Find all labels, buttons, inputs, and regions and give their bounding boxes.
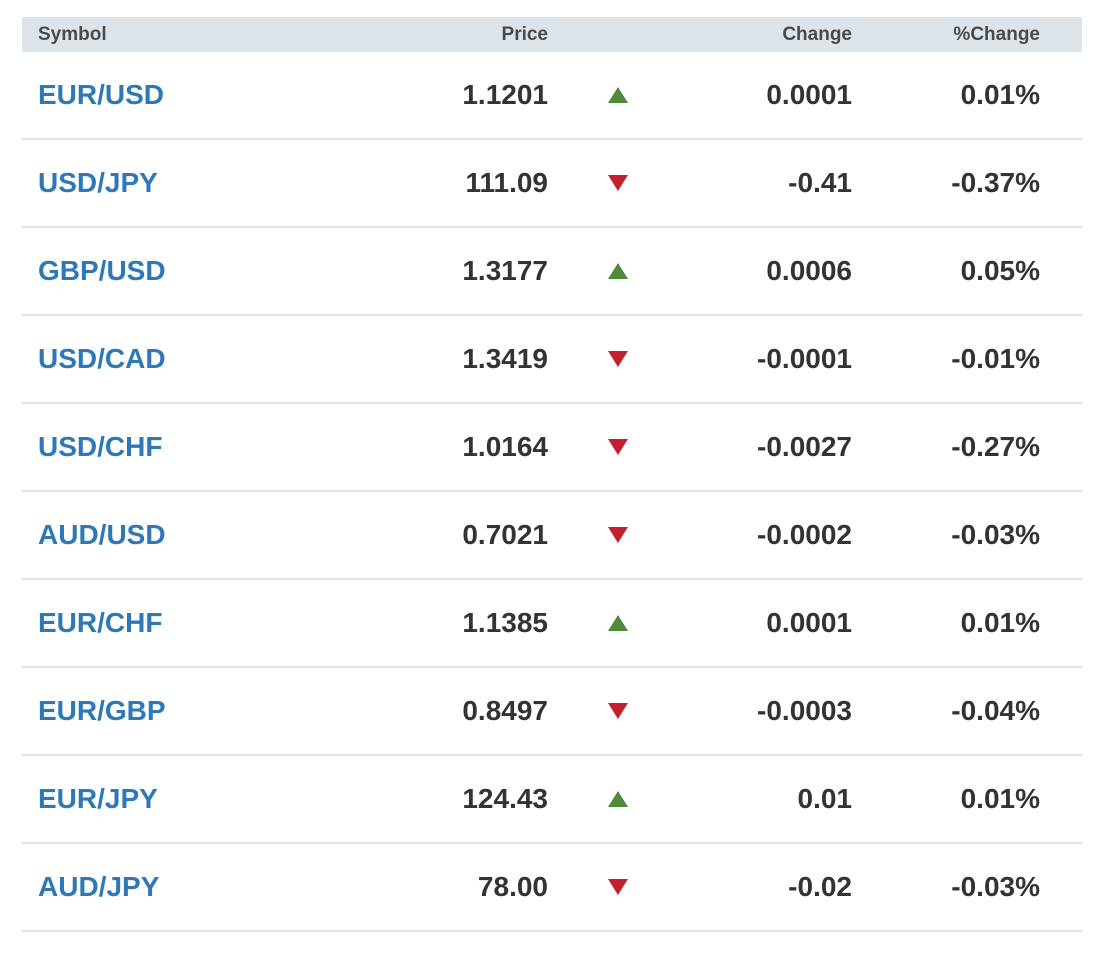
header-pct-change[interactable]: %Change — [852, 24, 1062, 46]
symbol-link[interactable]: EUR/USD — [38, 79, 164, 110]
up-arrow-icon — [548, 87, 688, 103]
price-value: 1.1385 — [462, 607, 548, 638]
symbol-link[interactable]: GBP/USD — [38, 255, 166, 286]
pct-change-value: -0.03% — [951, 871, 1040, 902]
price-value: 1.3419 — [462, 343, 548, 374]
price-value: 0.7021 — [462, 519, 548, 550]
table-row: AUD/JPY 78.00 -0.02 -0.03% — [22, 844, 1082, 932]
symbol-link[interactable]: USD/CHF — [38, 431, 162, 462]
change-value: -0.41 — [788, 167, 852, 198]
down-arrow-icon — [548, 703, 688, 719]
symbol-link[interactable]: EUR/CHF — [38, 607, 162, 638]
table-row: AUD/USD 0.7021 -0.0002 -0.03% — [22, 492, 1082, 580]
pct-change-value: 0.01% — [960, 607, 1040, 638]
header-price[interactable]: Price — [322, 24, 548, 46]
change-value: -0.0001 — [757, 343, 852, 374]
symbol-link[interactable]: USD/CAD — [38, 343, 166, 374]
change-value: 0.0001 — [766, 607, 852, 638]
table-row: EUR/JPY 124.43 0.01 0.01% — [22, 756, 1082, 844]
down-arrow-icon — [548, 351, 688, 367]
change-value: -0.0003 — [757, 695, 852, 726]
pct-change-value: 0.01% — [960, 783, 1040, 814]
change-value: -0.0027 — [757, 431, 852, 462]
table-row: EUR/GBP 0.8497 -0.0003 -0.04% — [22, 668, 1082, 756]
change-value: 0.01 — [797, 783, 853, 814]
price-value: 78.00 — [477, 871, 548, 902]
change-value: 0.0006 — [766, 255, 852, 286]
pct-change-value: 0.05% — [960, 255, 1040, 286]
symbol-link[interactable]: AUD/JPY — [38, 871, 159, 902]
table-row: EUR/USD 1.1201 0.0001 0.01% — [22, 52, 1082, 140]
header-symbol[interactable]: Symbol — [22, 24, 322, 46]
table-row: USD/CAD 1.3419 -0.0001 -0.01% — [22, 316, 1082, 404]
pct-change-value: -0.01% — [951, 343, 1040, 374]
pct-change-value: -0.03% — [951, 519, 1040, 550]
pct-change-value: -0.04% — [951, 695, 1040, 726]
currency-quotes-table: Symbol Price Change %Change EUR/USD 1.12… — [22, 17, 1082, 932]
price-value: 1.1201 — [462, 79, 548, 110]
table-header-row: Symbol Price Change %Change — [22, 17, 1082, 52]
symbol-link[interactable]: USD/JPY — [38, 167, 158, 198]
up-arrow-icon — [548, 791, 688, 807]
pct-change-value: -0.37% — [951, 167, 1040, 198]
change-value: -0.02 — [788, 871, 852, 902]
table-row: USD/CHF 1.0164 -0.0027 -0.27% — [22, 404, 1082, 492]
table-row: GBP/USD 1.3177 0.0006 0.05% — [22, 228, 1082, 316]
symbol-link[interactable]: AUD/USD — [38, 519, 166, 550]
pct-change-value: -0.27% — [951, 431, 1040, 462]
up-arrow-icon — [548, 615, 688, 631]
price-value: 0.8497 — [462, 695, 548, 726]
price-value: 111.09 — [465, 167, 548, 198]
down-arrow-icon — [548, 175, 688, 191]
change-value: -0.0002 — [757, 519, 852, 550]
down-arrow-icon — [548, 439, 688, 455]
header-change[interactable]: Change — [688, 24, 852, 46]
down-arrow-icon — [548, 527, 688, 543]
up-arrow-icon — [548, 263, 688, 279]
pct-change-value: 0.01% — [960, 79, 1040, 110]
price-value: 124.43 — [462, 783, 548, 814]
price-value: 1.0164 — [462, 431, 548, 462]
change-value: 0.0001 — [766, 79, 852, 110]
price-value: 1.3177 — [462, 255, 548, 286]
symbol-link[interactable]: EUR/GBP — [38, 695, 166, 726]
table-row: USD/JPY 111.09 -0.41 -0.37% — [22, 140, 1082, 228]
down-arrow-icon — [548, 879, 688, 895]
symbol-link[interactable]: EUR/JPY — [38, 783, 158, 814]
table-row: EUR/CHF 1.1385 0.0001 0.01% — [22, 580, 1082, 668]
